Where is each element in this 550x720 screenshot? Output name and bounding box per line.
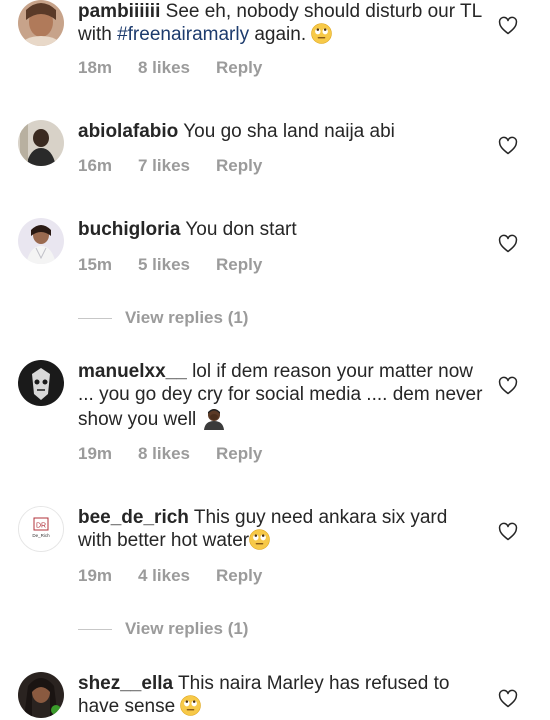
comment-time: 18m	[78, 58, 113, 77]
heart-icon[interactable]	[498, 16, 518, 36]
view-replies-button[interactable]: View replies (1)	[78, 308, 248, 328]
comment-username[interactable]: pambiiiiii	[78, 1, 160, 22]
avatar[interactable]	[18, 120, 64, 166]
reply-button[interactable]: Reply	[216, 444, 262, 464]
avatar-caption-text: De_Rich	[32, 533, 50, 538]
comment-text: manuelxx__ lol if dem reason your matter…	[78, 360, 488, 431]
face-with-rolling-eyes-emoji	[180, 695, 202, 716]
heart-icon[interactable]	[498, 689, 518, 709]
avatar[interactable]	[18, 218, 64, 264]
person-emoji	[203, 409, 224, 430]
comment-likes[interactable]: 4 likes	[138, 566, 216, 586]
comment-body: You don start	[185, 219, 297, 240]
comment-body: You go sha land naija abi	[183, 121, 395, 142]
comment-meta: 18m 8 likes Reply	[78, 58, 262, 78]
reply-button[interactable]: Reply	[216, 58, 262, 78]
comment-username[interactable]: shez__ella	[78, 673, 173, 694]
comment-meta: 15m 5 likes Reply	[78, 255, 262, 275]
comment-username[interactable]: manuelxx__	[78, 361, 187, 382]
comment-time: 15m	[78, 255, 113, 274]
comment-likes[interactable]: 8 likes	[138, 58, 216, 78]
comment-text: abiolafabio You go sha land naija abi	[78, 120, 488, 143]
avatar[interactable]	[18, 360, 64, 406]
heart-icon[interactable]	[498, 376, 518, 396]
face-with-rolling-eyes-emoji	[249, 529, 270, 550]
face-with-rolling-eyes-emoji	[311, 23, 333, 44]
reply-button[interactable]: Reply	[216, 566, 262, 586]
comment-text: shez__ella This naira Marley has refused…	[78, 672, 478, 718]
heart-icon[interactable]	[498, 522, 518, 542]
comment-meta: 16m 7 likes Reply	[78, 156, 262, 176]
comment-username[interactable]: abiolafabio	[78, 121, 178, 142]
comment-body-end: again.	[249, 24, 307, 45]
comment-time: 16m	[78, 156, 113, 175]
comment-meta: 19m 8 likes Reply	[78, 444, 262, 464]
comment-username[interactable]: bee_de_rich	[78, 507, 189, 528]
comment-likes[interactable]: 7 likes	[138, 156, 216, 176]
comment-text: pambiiiiii See eh, nobody should disturb…	[78, 0, 488, 46]
view-replies-button[interactable]: View replies (1)	[78, 619, 248, 639]
comment-likes[interactable]: 8 likes	[138, 444, 216, 464]
view-replies-divider	[78, 318, 112, 320]
reply-button[interactable]: Reply	[216, 156, 262, 176]
avatar[interactable]	[18, 0, 64, 46]
reply-button[interactable]: Reply	[216, 255, 262, 275]
avatar[interactable]	[18, 672, 64, 718]
hashtag-link[interactable]: #freenairamarly	[117, 24, 249, 45]
comment-text: bee_de_rich This guy need ankara six yar…	[78, 506, 458, 552]
avatar[interactable]: DR De_Rich	[18, 506, 64, 552]
avatar-logo-text: DR	[36, 523, 46, 530]
comment-username[interactable]: buchigloria	[78, 219, 180, 240]
comment-text: buchigloria You don start	[78, 218, 488, 241]
heart-icon[interactable]	[498, 234, 518, 254]
heart-icon[interactable]	[498, 136, 518, 156]
comment-likes[interactable]: 5 likes	[138, 255, 216, 275]
comment-time: 19m	[78, 566, 113, 585]
view-replies-divider	[78, 629, 112, 631]
comment-time: 19m	[78, 444, 113, 463]
view-replies-label[interactable]: View replies (1)	[125, 619, 248, 638]
comment-meta: 19m 4 likes Reply	[78, 566, 262, 586]
view-replies-label[interactable]: View replies (1)	[125, 308, 248, 327]
